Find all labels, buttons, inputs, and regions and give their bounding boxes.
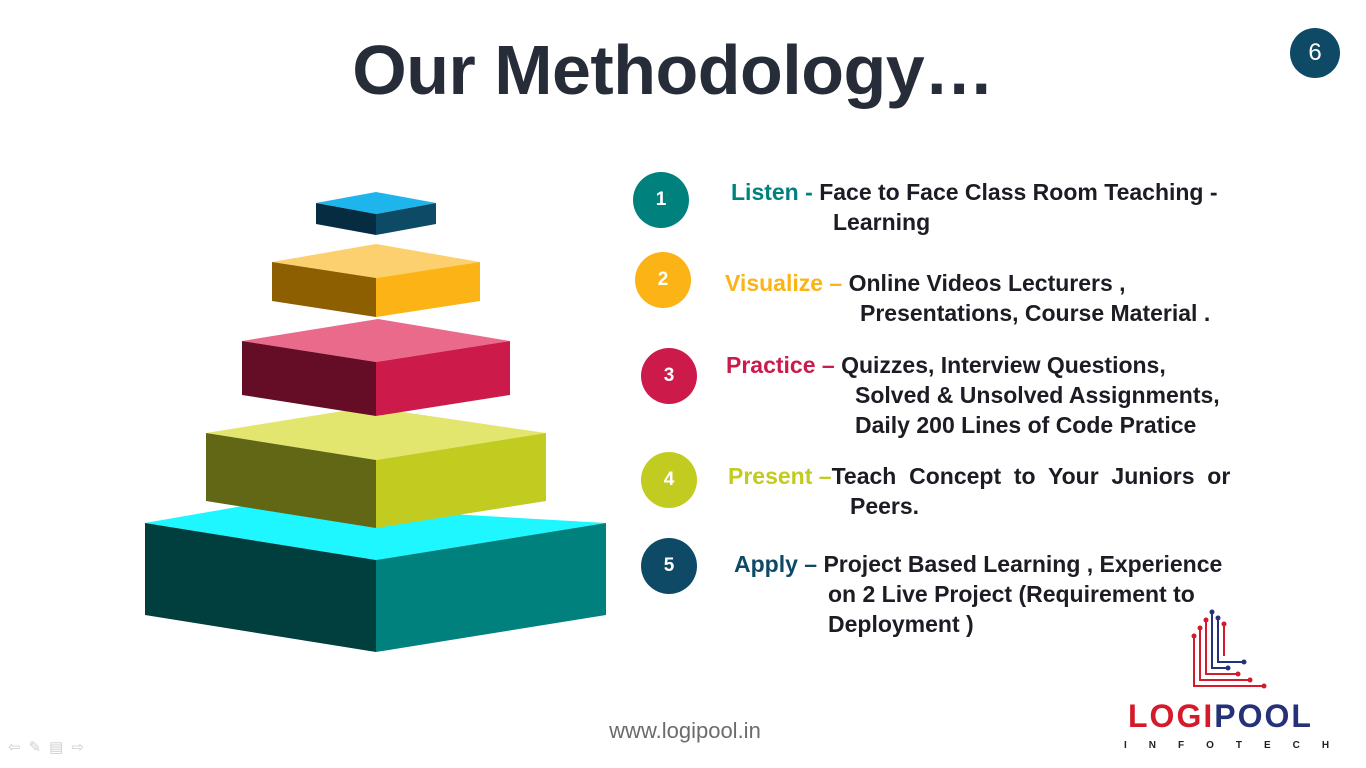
step-2-line2: Presentations, Course Material . (860, 300, 1211, 326)
step-5-separator: – (797, 551, 824, 577)
step-2-text: Visualize – Online Videos Lecturers , Pr… (725, 268, 1210, 328)
step-1-number-badge: 1 (633, 172, 689, 228)
step-4-line1: Teach Concept to Your Juniors or (831, 463, 1231, 489)
logo-subtitle: INFOTECH (1124, 740, 1352, 751)
step-3-number-badge: 3 (641, 348, 697, 404)
step-3-line1: Quizzes, Interview Questions, (841, 352, 1166, 378)
step-4-title: Present (728, 463, 813, 489)
step-4-line2: Peers. (850, 493, 920, 519)
step-4-separator: – (812, 463, 832, 489)
step-3-separator: – (815, 352, 842, 378)
step-1-text: Listen - Face to Face Class Room Teachin… (731, 177, 1218, 237)
step-5-title: Apply (734, 551, 798, 577)
step-3-text: Practice – Quizzes, Interview Questions,… (726, 350, 1220, 440)
step-4-number-badge: 4 (641, 452, 697, 508)
step-2-line1: Online Videos Lecturers , (848, 270, 1126, 296)
step-1-separator: - (798, 179, 820, 205)
logo-wordmark: LOGIPOOL (1128, 698, 1313, 735)
step-5-line2: on 2 Live Project (Requirement to (828, 581, 1195, 607)
step-3-title: Practice (726, 352, 816, 378)
logo-wordmark-part2: POOL (1214, 698, 1313, 734)
slide-nav-controls: ⇦ ✎ ▤ ⇨ (8, 738, 84, 756)
slide-title: Our Methodology… (352, 31, 994, 109)
step-1-line1: Face to Face Class Room Teaching - (819, 179, 1218, 205)
step-2-number-badge: 2 (635, 252, 691, 308)
forward-arrow-icon[interactable]: ⇨ (71, 738, 84, 756)
step-3-line3: Daily 200 Lines of Code Pratice (855, 412, 1197, 438)
menu-icon[interactable]: ▤ (49, 738, 63, 756)
step-4-text: Present –Teach Concept to Your Juniors o… (728, 461, 1230, 521)
step-1-title: Listen (731, 179, 799, 205)
step-2-separator: – (823, 270, 849, 296)
logo-wordmark-part1: LOGI (1128, 698, 1215, 734)
page-number-badge: 6 (1290, 28, 1340, 78)
step-3-line2: Solved & Unsolved Assignments, (855, 382, 1220, 408)
step-5-number-badge: 5 (641, 538, 697, 594)
pyramid-graphic (145, 192, 606, 652)
step-2-title: Visualize (725, 270, 824, 296)
back-arrow-icon[interactable]: ⇦ (8, 738, 21, 756)
step-1-line2: Learning (833, 209, 931, 235)
step-5-line1: Project Based Learning , Experience (823, 551, 1223, 577)
pen-icon[interactable]: ✎ (29, 738, 42, 756)
